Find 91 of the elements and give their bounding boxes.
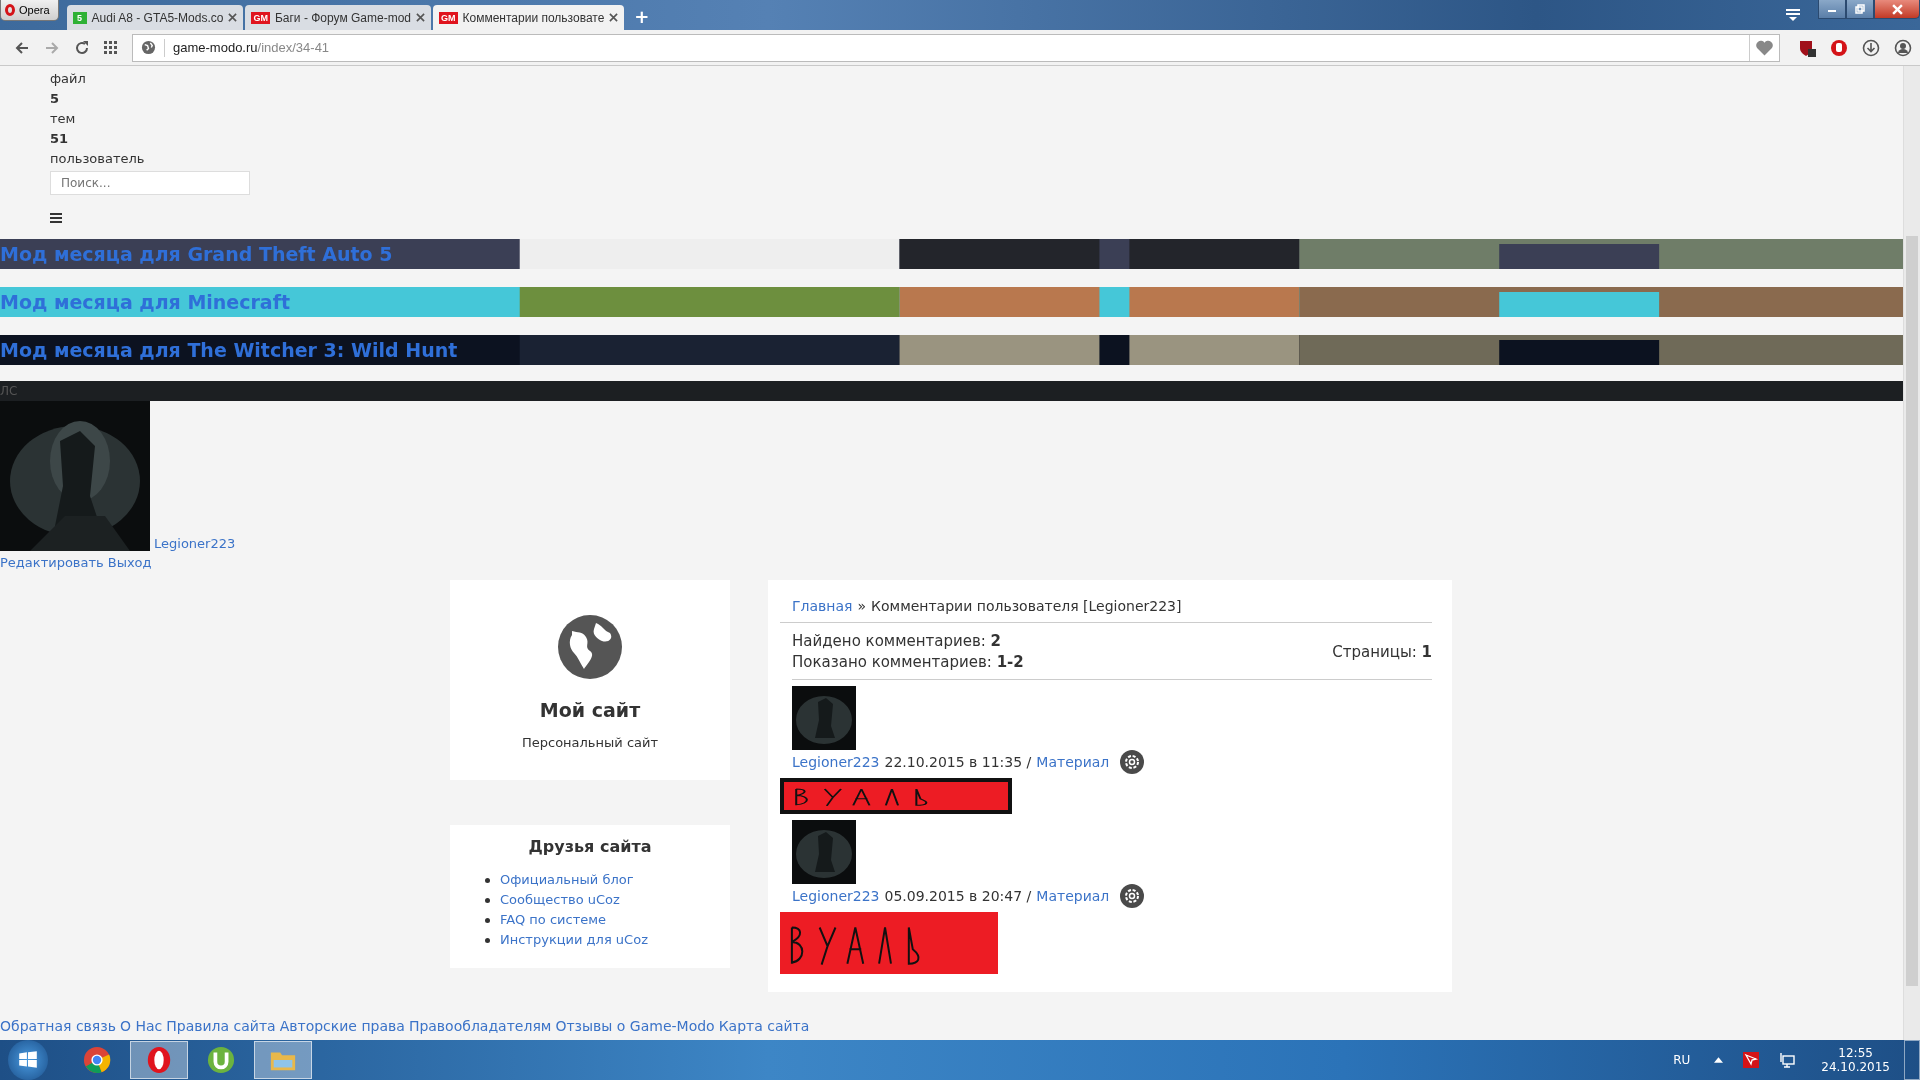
menu-icon[interactable]: [50, 213, 62, 223]
new-tab-button[interactable]: +: [626, 6, 658, 30]
globe-icon: [141, 40, 156, 55]
windows-logo-icon: [17, 1049, 39, 1071]
stat-value: 5: [50, 90, 60, 108]
scrollbar[interactable]: [1903, 66, 1920, 1040]
comment-date: 22.10.2015 в 11:35 /: [884, 754, 1032, 770]
user-link[interactable]: Выход: [107, 555, 152, 570]
opera-logo-icon: [5, 4, 15, 16]
bullet-icon: [485, 877, 490, 883]
settings-icon[interactable]: [1120, 884, 1145, 908]
browser-menu-button[interactable]: Opera: [0, 0, 59, 21]
stat-label: пользователь: [50, 150, 145, 168]
settings-icon[interactable]: [1120, 750, 1145, 774]
comment-date: 05.09.2015 в 20:47 /: [884, 888, 1032, 904]
author-link[interactable]: Legioner223: [792, 888, 880, 904]
language-indicator[interactable]: RU: [1673, 1053, 1691, 1067]
footer-link[interactable]: Правообладателям: [408, 1018, 552, 1034]
close-icon[interactable]: [416, 13, 426, 22]
close-window-button[interactable]: [1874, 0, 1920, 19]
material-link[interactable]: Материал: [1036, 754, 1110, 770]
favicon: GM: [251, 11, 270, 24]
close-icon[interactable]: [609, 13, 619, 22]
shield-icon[interactable]: [1798, 38, 1816, 57]
footer-link[interactable]: Правила сайта: [166, 1018, 276, 1034]
stat-label: файл: [50, 70, 86, 88]
found-count: Найдено комментариев: 2: [792, 631, 1002, 652]
browser-tab[interactable]: GM Баги - Форум Game-mod: [245, 5, 432, 30]
username-link[interactable]: Legioner223: [154, 536, 236, 551]
tab-title: Audi A8 - GTA5-Mods.co: [91, 10, 224, 25]
site-subtitle: Персональный сайт: [521, 735, 658, 750]
restore-icon: [1855, 4, 1865, 14]
globe-icon: [558, 615, 622, 679]
close-icon: [1891, 3, 1903, 15]
speed-dial-icon[interactable]: [104, 40, 118, 55]
browser-tab[interactable]: 5 Audi A8 - GTA5-Mods.co: [66, 5, 244, 30]
back-icon[interactable]: [14, 39, 30, 56]
tab-menu-icon[interactable]: [1786, 9, 1800, 21]
bullet-icon: [485, 897, 490, 903]
user-link[interactable]: Редактировать: [0, 555, 104, 570]
opera-icon: [145, 1046, 173, 1074]
breadcrumb-link[interactable]: Главная: [792, 598, 853, 614]
tab-title: Комментарии пользовате: [462, 10, 605, 25]
site-title: Мой сайт: [539, 699, 641, 721]
breadcrumb-current: Комментарии пользователя [Legioner223]: [871, 598, 1182, 614]
stop-hand-icon[interactable]: [1830, 38, 1848, 57]
friend-link[interactable]: Инструкции для uCoz: [500, 930, 648, 950]
friend-link[interactable]: Сообщество uCoz: [500, 890, 620, 910]
download-icon[interactable]: [1862, 38, 1880, 57]
author-link[interactable]: Legioner223: [792, 754, 880, 770]
account-icon[interactable]: [1894, 38, 1912, 57]
caret-icon[interactable]: [1714, 1057, 1724, 1063]
friend-link[interactable]: Официальный блог: [500, 870, 634, 890]
breadcrumb-separator: »: [857, 598, 867, 614]
search-field[interactable]: Поиск...: [50, 171, 250, 195]
address-field[interactable]: game-modo.ru/index/34-41: [132, 33, 1780, 62]
footer-link[interactable]: Отзывы о Game-Modo: [555, 1018, 715, 1034]
friends-title: Друзья сайта: [527, 837, 653, 856]
material-link[interactable]: Материал: [1036, 888, 1110, 904]
favicon: GM: [439, 11, 458, 24]
tab-title: Баги - Форум Game-mod: [274, 10, 412, 25]
footer-link[interactable]: О Нас: [119, 1018, 163, 1034]
start-button[interactable]: [8, 1040, 48, 1080]
taskbar-app[interactable]: [130, 1041, 188, 1079]
banner-link[interactable]: Мод месяца для The Witcher 3: Wild Hunt: [0, 339, 458, 361]
scroll-thumb[interactable]: [1906, 236, 1918, 986]
minimize-button[interactable]: [1818, 0, 1846, 19]
friend-link[interactable]: FAQ по системе: [500, 910, 607, 930]
reload-icon[interactable]: [74, 39, 90, 56]
chrome-icon: [83, 1046, 111, 1074]
browser-tab[interactable]: GM Комментарии пользовате: [433, 5, 625, 30]
utorrent-icon: [207, 1046, 235, 1074]
bullet-icon: [485, 937, 490, 943]
footer-link[interactable]: Карта сайта: [718, 1018, 810, 1034]
bullet-icon: [485, 917, 490, 923]
network-icon[interactable]: [1779, 1052, 1796, 1068]
favicon: 5: [72, 11, 87, 24]
show-desktop-button[interactable]: [1904, 1040, 1920, 1080]
banner-link[interactable]: Мод месяца для Minecraft: [0, 291, 291, 313]
restore-button[interactable]: [1846, 0, 1874, 19]
pages-label: Страницы: 1: [1332, 641, 1432, 663]
clock-time: 12:55: [1838, 1046, 1873, 1060]
footer-link[interactable]: Авторские права: [279, 1018, 405, 1034]
shown-range: Показано комментариев: 1-2: [792, 652, 1024, 673]
stat-label: тем: [50, 110, 76, 128]
url-text: game-modo.ru/index/34-41: [173, 40, 330, 55]
close-icon[interactable]: [228, 13, 238, 22]
stat-value: 51: [50, 130, 69, 148]
cursor-icon[interactable]: [1743, 1052, 1760, 1068]
clock-date: 24.10.2015: [1821, 1060, 1890, 1074]
footer-link[interactable]: Обратная связь: [0, 1018, 116, 1034]
